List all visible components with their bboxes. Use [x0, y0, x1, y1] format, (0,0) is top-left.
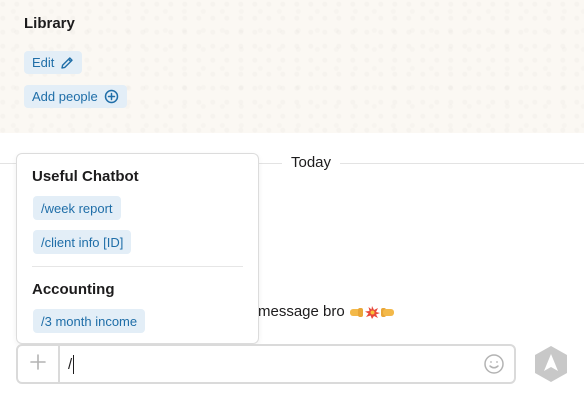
message-text: message bro [258, 303, 345, 320]
smiley-icon [483, 354, 505, 379]
channel-header: Library Edit Add people [0, 0, 584, 133]
edit-button[interactable]: Edit [24, 51, 83, 74]
composer-add-button[interactable] [18, 346, 60, 382]
plus-icon [29, 353, 47, 376]
fist-bump-emoji [349, 305, 395, 319]
popup-divider [32, 266, 243, 267]
send-button[interactable] [531, 344, 571, 384]
popup-section-title: Accounting [32, 281, 115, 298]
emoji-button[interactable] [483, 353, 505, 380]
command-client-info[interactable]: /client info [ID] [33, 230, 132, 254]
message-composer: / [16, 344, 516, 384]
plus-circle-icon [104, 89, 119, 104]
add-people-button[interactable]: Add people [24, 85, 127, 108]
send-icon [531, 346, 571, 388]
command-popup: Useful Chatbot /week report /client info… [16, 153, 259, 344]
pencil-icon [60, 56, 74, 70]
edit-label: Edit [32, 55, 55, 70]
command-3-month-income[interactable]: /3 month income [33, 309, 146, 333]
add-people-label: Add people [32, 89, 98, 104]
message-input-value: / [68, 355, 73, 373]
message-input[interactable]: / [68, 346, 75, 382]
text-caret [73, 354, 75, 374]
message-body: message bro [258, 303, 395, 320]
command-week-report[interactable]: /week report [33, 196, 121, 220]
popup-section-title: Useful Chatbot [32, 168, 139, 185]
channel-title: Library [24, 15, 75, 32]
date-label: Today [282, 153, 341, 173]
